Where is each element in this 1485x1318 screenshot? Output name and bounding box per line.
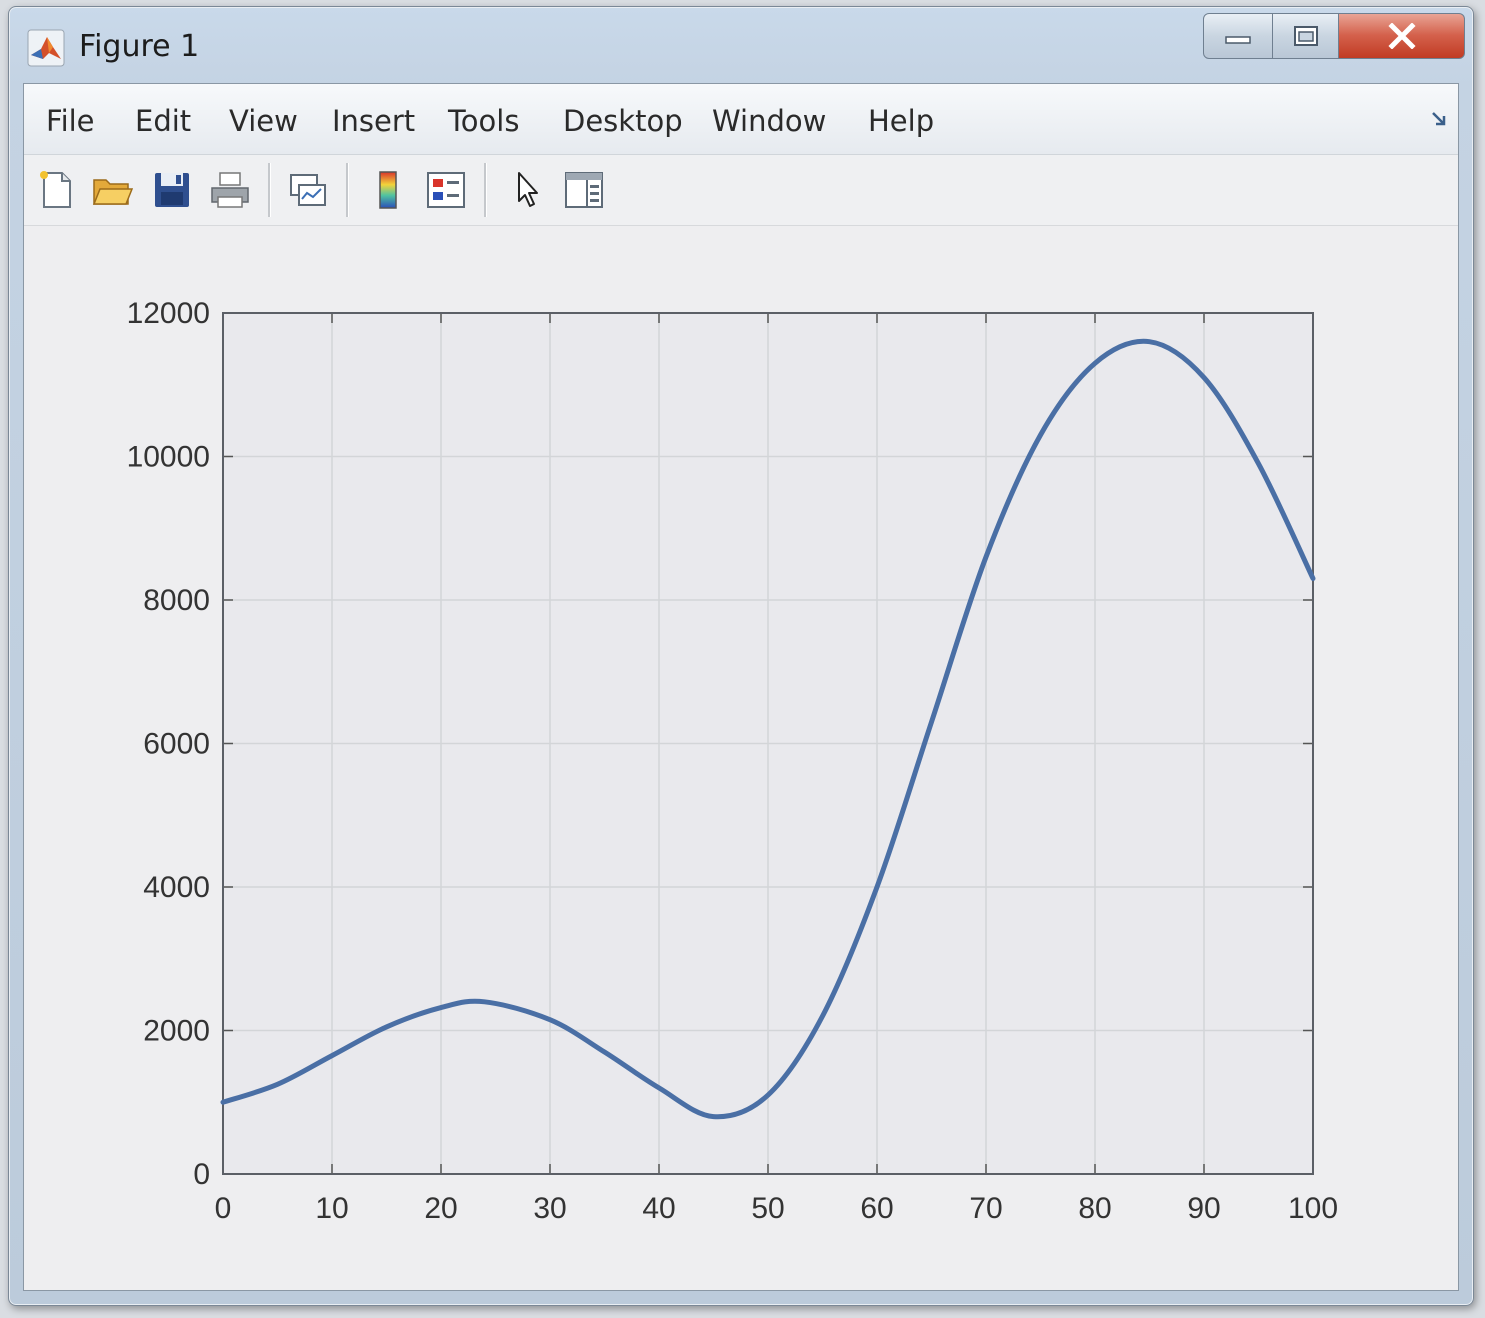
x-tick-label: 100 — [1288, 1192, 1338, 1225]
open-file-button[interactable] — [90, 167, 134, 213]
menu-help[interactable]: Help — [868, 104, 934, 138]
matlab-logo-icon — [27, 29, 65, 67]
close-icon — [1387, 23, 1416, 49]
menu-insert[interactable]: Insert — [332, 104, 415, 138]
show-plot-tools-button[interactable] — [562, 167, 606, 213]
x-tick-label: 20 — [424, 1192, 457, 1225]
title-bar[interactable]: Figure 1 — [9, 7, 1473, 83]
show-plot-tools-icon — [565, 172, 603, 208]
collapse-menu-icon[interactable] — [1430, 110, 1448, 128]
menu-desktop[interactable]: Desktop — [563, 104, 683, 138]
figure-client-area: File Edit View Insert Tools Desktop Wind… — [23, 83, 1459, 1291]
toolbar-separator — [268, 163, 271, 217]
x-tick-label: 70 — [969, 1192, 1002, 1225]
line-chart: 0 10 20 30 40 50 60 70 80 90 100 0 2000 4000 6000 8000 1… — [127, 297, 1338, 1225]
window-title: Figure 1 — [79, 29, 200, 64]
menu-file[interactable]: File — [46, 104, 95, 138]
menu-view[interactable]: View — [229, 104, 298, 138]
y-tick-label: 2000 — [143, 1015, 210, 1048]
toolbar-separator — [484, 163, 487, 217]
y-tick-label: 0 — [193, 1158, 210, 1191]
x-tick-label: 80 — [1078, 1192, 1111, 1225]
menu-edit[interactable]: Edit — [135, 104, 191, 138]
y-tick-label: 12000 — [127, 297, 210, 330]
x-tick-label: 10 — [315, 1192, 348, 1225]
menu-tools[interactable]: Tools — [448, 104, 519, 138]
figure-window: Figure 1 File Edit View Insert Tools Des… — [8, 6, 1474, 1306]
window-controls — [1203, 13, 1465, 65]
insert-legend-button[interactable] — [424, 167, 468, 213]
link-plot-button[interactable] — [286, 167, 330, 213]
x-tick-label: 40 — [642, 1192, 675, 1225]
menu-bar: File Edit View Insert Tools Desktop Wind… — [24, 84, 1458, 155]
y-tick-label: 10000 — [127, 441, 210, 474]
y-tick-label: 8000 — [143, 584, 210, 617]
y-tick-label: 6000 — [143, 728, 210, 761]
x-tick-label: 90 — [1187, 1192, 1220, 1225]
maximize-icon — [1293, 26, 1318, 46]
minimize-button[interactable] — [1203, 13, 1273, 59]
new-figure-icon — [40, 171, 71, 208]
x-tick-label: 60 — [860, 1192, 893, 1225]
figure-canvas: 0 10 20 30 40 50 60 70 80 90 100 0 2000 4000 6000 8000 1… — [24, 226, 1458, 1290]
toolbar-separator — [346, 163, 349, 217]
insert-colorbar-icon — [379, 171, 397, 209]
edit-plot-icon — [518, 172, 538, 207]
x-tick-label: 0 — [215, 1192, 232, 1225]
print-icon — [211, 172, 249, 208]
new-figure-button[interactable] — [34, 167, 78, 213]
edit-plot-button[interactable] — [506, 167, 550, 213]
menu-window[interactable]: Window — [712, 104, 826, 138]
close-button[interactable] — [1339, 13, 1465, 59]
insert-colorbar-button[interactable] — [366, 167, 410, 213]
print-button[interactable] — [208, 167, 252, 213]
maximize-button[interactable] — [1273, 13, 1339, 59]
save-button[interactable] — [150, 167, 194, 213]
link-plot-icon — [290, 174, 326, 206]
open-file-icon — [92, 179, 133, 205]
minimize-icon — [1225, 36, 1251, 44]
x-tick-label: 30 — [533, 1192, 566, 1225]
y-tick-label: 4000 — [143, 871, 210, 904]
figure-toolbar — [24, 155, 1458, 226]
save-icon — [155, 173, 189, 207]
x-tick-label: 50 — [751, 1192, 784, 1225]
insert-legend-icon — [427, 172, 465, 208]
